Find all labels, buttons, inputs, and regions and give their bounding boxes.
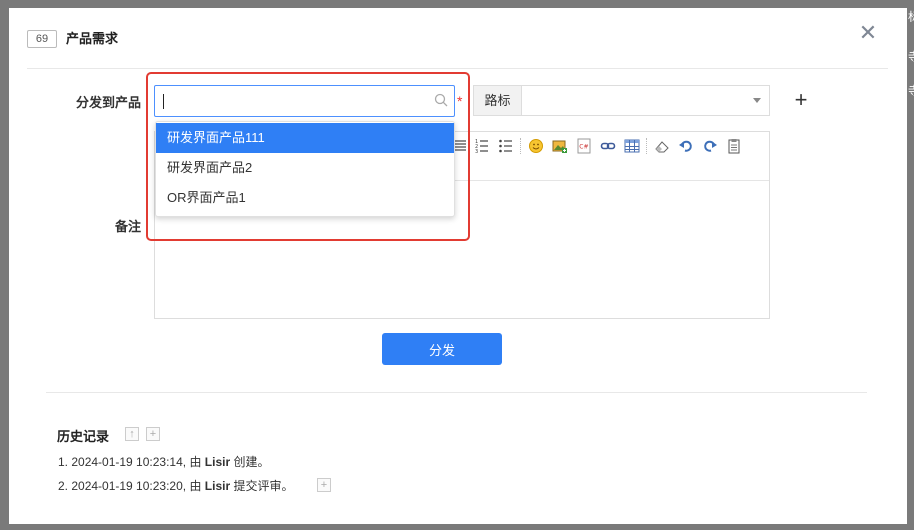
svg-text:C#: C# <box>579 144 588 151</box>
redo-icon[interactable] <box>702 138 718 154</box>
expand-comment-icon[interactable]: + <box>317 478 331 492</box>
distribute-button[interactable]: 分发 <box>382 333 502 365</box>
svg-text:3: 3 <box>475 149 478 154</box>
backdrop-fragment: 寺 <box>908 48 914 62</box>
modal-title: 产品需求 <box>66 31 119 46</box>
eraser-icon[interactable] <box>654 138 670 154</box>
code-icon[interactable]: C# <box>576 138 592 154</box>
story-id-badge: 69 <box>27 30 57 48</box>
backdrop-fragment: 标 <box>908 8 914 22</box>
add-roadmap-button[interactable]: + <box>791 88 811 112</box>
history-title: 历史记录 <box>57 429 110 444</box>
search-icon <box>434 93 448 107</box>
history-entry: 2. 2024-01-19 10:23:20, 由 Lisir 提交评审。 <box>58 479 294 493</box>
toolbar-separator <box>520 138 521 154</box>
dropdown-option[interactable]: OR界面产品1 <box>156 183 454 213</box>
close-icon[interactable]: ✕ <box>858 22 878 44</box>
emoji-icon[interactable] <box>528 138 544 154</box>
link-icon[interactable] <box>600 138 616 154</box>
remark-label: 备注 <box>114 219 141 234</box>
dropdown-option[interactable]: 研发界面产品111 <box>156 123 454 153</box>
product-label: 分发到产品 <box>75 95 141 110</box>
backdrop-fragment: 寺 <box>908 82 914 96</box>
arrow-up-icon[interactable]: ↑ <box>125 427 139 441</box>
toolbar-separator <box>646 138 647 154</box>
dropdown-option[interactable]: 研发界面产品2 <box>156 153 454 183</box>
roadmap-label: 路标 <box>473 85 521 116</box>
product-dropdown: 研发界面产品111 研发界面产品2 OR界面产品1 <box>155 121 455 217</box>
history-entry: 1. 2024-01-19 10:23:14, 由 Lisir 创建。 <box>58 455 270 469</box>
table-icon[interactable] <box>624 138 640 154</box>
modal-dialog: 69 产品需求 ✕ 分发到产品 * 路标 + 备注 123 C# 分发 历史记录… <box>9 8 907 524</box>
header-divider <box>27 68 888 69</box>
expand-all-icon[interactable]: + <box>146 427 160 441</box>
history-divider <box>46 392 867 393</box>
product-search-input[interactable] <box>154 85 455 117</box>
modal-header: 69 产品需求 ✕ <box>9 8 907 68</box>
unordered-list-icon[interactable] <box>498 138 514 154</box>
roadmap-select[interactable] <box>521 85 770 116</box>
undo-icon[interactable] <box>678 138 694 154</box>
ordered-list-icon[interactable]: 123 <box>474 138 490 154</box>
image-icon[interactable] <box>552 138 568 154</box>
text-cursor <box>163 94 164 109</box>
paste-icon[interactable] <box>726 138 742 154</box>
chevron-down-icon <box>753 98 761 103</box>
required-mark: * <box>457 93 463 109</box>
